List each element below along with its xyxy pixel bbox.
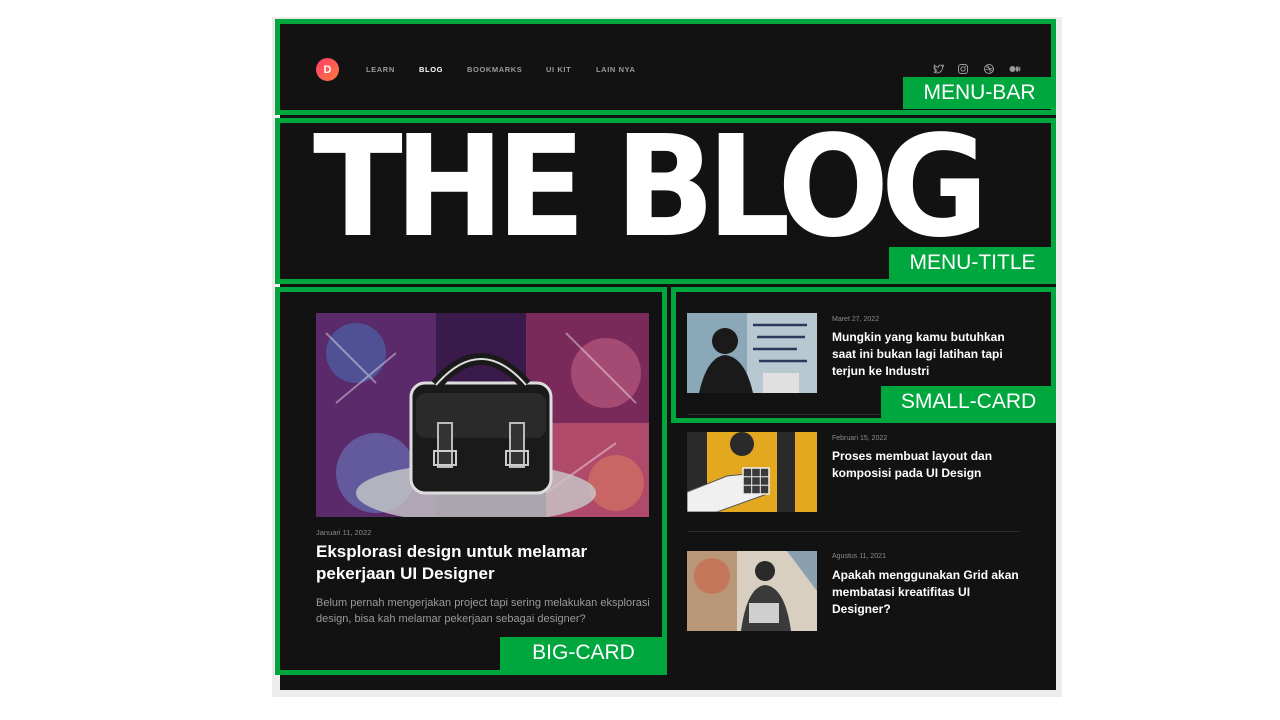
big-card-annotation-box	[275, 287, 667, 675]
small-card-image[interactable]	[687, 551, 817, 631]
menu-bar-annotation-label: MENU-BAR	[903, 77, 1056, 109]
small-card-image[interactable]	[687, 432, 817, 512]
small-card-date: Agustus 11, 2021	[832, 553, 886, 560]
small-card-annotation-label: SMALL-CARD	[881, 386, 1056, 423]
card-divider	[687, 531, 1020, 532]
small-card-date: Februari 15, 2022	[832, 435, 888, 442]
rubiks-cube-hand-image	[687, 432, 817, 512]
menu-title-annotation-label: MENU-TITLE	[889, 247, 1056, 281]
small-card-title[interactable]: Apakah menggunakan Grid akan membatasi k…	[832, 567, 1032, 618]
laptop-man-collage-image	[687, 551, 817, 631]
small-card-title[interactable]: Proses membuat layout dan komposisi pada…	[832, 448, 1032, 482]
big-card-annotation-label: BIG-CARD	[500, 637, 667, 674]
